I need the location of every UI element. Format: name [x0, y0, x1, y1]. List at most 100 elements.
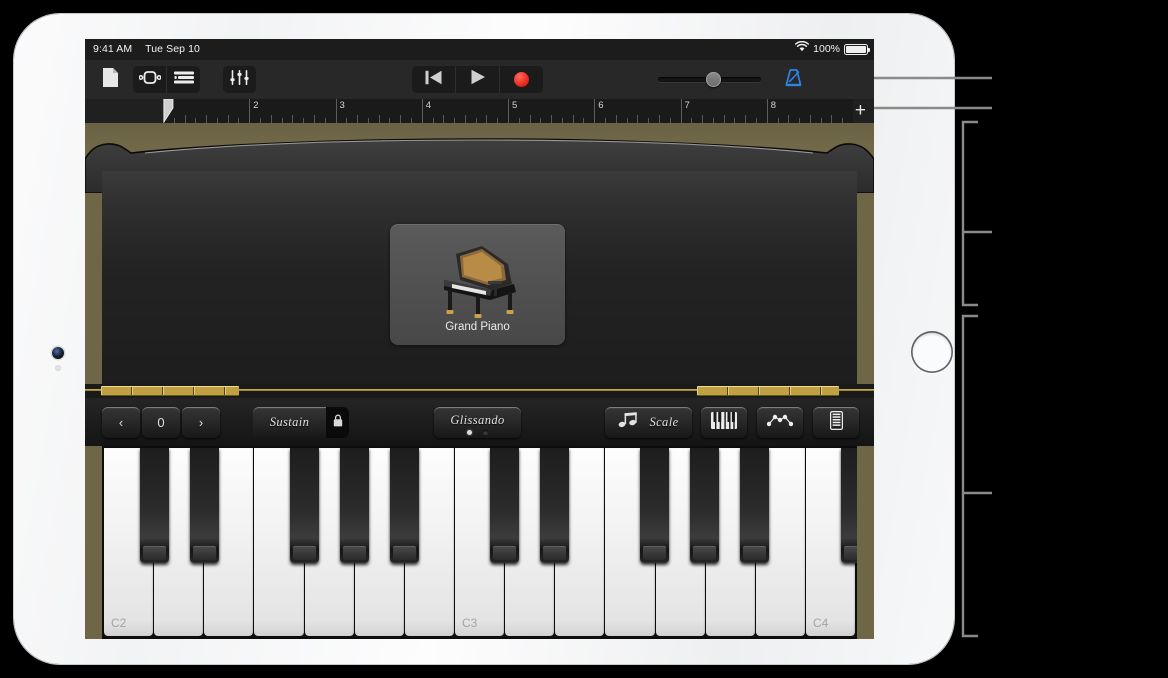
battery-percentage: 100%: [813, 43, 840, 55]
glissando-mode-dot-2[interactable]: [483, 429, 488, 435]
ruler-beat-tick: [357, 115, 359, 123]
ruler-beat-tick: [658, 115, 660, 123]
ruler-beat-tick: [831, 115, 833, 123]
ruler-bar-number: 5: [512, 100, 518, 111]
track-view-icon: [173, 71, 194, 89]
octave-control: ‹ 0 ›: [102, 407, 220, 438]
ruler-beat-tick: [486, 115, 488, 123]
black-key[interactable]: [540, 448, 570, 563]
grand-piano-icon: [430, 240, 526, 323]
black-key[interactable]: [840, 448, 857, 563]
black-key[interactable]: [139, 448, 169, 563]
ruler-beat-tick: [551, 115, 553, 123]
ruler-bar-number: 8: [770, 100, 777, 111]
black-key[interactable]: [640, 448, 670, 563]
instrument-selector-tile[interactable]: Grand Piano: [390, 224, 565, 345]
ipad-screen: 9:41 AM Tue Sep 10 100% 2 3 4 5 6 7 8 + …: [85, 39, 874, 639]
ruler-bar-mark: 3: [335, 99, 345, 123]
piano-keyboard[interactable]: C2 C3 C4: [102, 446, 857, 639]
ruler-beat-tick: [723, 115, 725, 123]
ruler-beat-tick: [702, 115, 704, 123]
transport-controls: [412, 66, 543, 93]
gold-hinge-right: [697, 386, 839, 396]
front-camera: [52, 347, 64, 359]
double-eighth-notes-icon: [618, 412, 640, 433]
status-bar-left: 9:41 AM Tue Sep 10: [93, 39, 200, 60]
volume-knob[interactable]: [706, 72, 721, 87]
status-date: Tue Sep 10: [145, 43, 200, 55]
arpeggiator-icon: [766, 413, 794, 432]
callout-bracket-keyboard: [961, 314, 978, 638]
sustain-button[interactable]: Sustain: [253, 407, 326, 438]
octave-down-button[interactable]: ‹: [102, 407, 140, 438]
loop-browser-button[interactable]: [133, 66, 166, 93]
ruler-beat-tick: [184, 115, 186, 123]
home-button[interactable]: [911, 331, 953, 373]
document-icon: [102, 67, 119, 93]
black-key[interactable]: [389, 448, 419, 563]
master-volume-slider[interactable]: [658, 72, 761, 87]
ruler-beat-tick: [443, 115, 445, 123]
ruler-beat-tick: [270, 115, 272, 123]
arpeggiator-button[interactable]: [757, 407, 803, 438]
rewind-button[interactable]: [412, 66, 455, 93]
black-key[interactable]: [339, 448, 369, 563]
black-key[interactable]: [490, 448, 520, 563]
loop-browser-icon: [137, 70, 162, 89]
piano-hinge-row: [85, 384, 874, 398]
black-key[interactable]: [289, 448, 319, 563]
mixer-button[interactable]: [223, 66, 256, 93]
ruler-beat-tick: [206, 115, 208, 123]
sustain-label: Sustain: [269, 415, 310, 429]
metronome-icon: [783, 67, 804, 93]
piano-body: Grand Piano: [85, 123, 874, 392]
ruler-bar-mark: 2: [249, 99, 259, 123]
ruler-bar-number: 4: [425, 100, 432, 111]
sustain-strip-button[interactable]: [813, 407, 859, 438]
scale-label: Scale: [649, 415, 679, 429]
gold-hinge-left: [101, 386, 239, 396]
callout-bracket-instrument: [961, 120, 978, 307]
glissando-mode-dots[interactable]: [467, 429, 488, 435]
track-view-button[interactable]: [166, 66, 200, 93]
ruler-bar-number: 7: [684, 100, 690, 111]
status-time: 9:41 AM: [93, 43, 133, 55]
instrument-name-label: Grand Piano: [445, 321, 510, 333]
glissando-button[interactable]: Glissando: [434, 407, 521, 438]
metronome-button[interactable]: [780, 67, 806, 92]
play-icon: [470, 69, 486, 90]
scale-button[interactable]: Scale: [605, 407, 692, 438]
black-key[interactable]: [690, 448, 720, 563]
black-key[interactable]: [740, 448, 770, 563]
black-key[interactable]: [189, 448, 219, 563]
sustain-lock-button[interactable]: [326, 407, 349, 438]
ruler-beat-tick: [378, 115, 380, 123]
ruler-bar-mark: 8: [766, 99, 776, 123]
ruler-beat-tick: [809, 115, 811, 123]
key-size-button[interactable]: [701, 407, 747, 438]
ruler-beat-tick: [529, 115, 531, 123]
timeline-ruler[interactable]: 12345678 +: [85, 99, 874, 124]
play-button[interactable]: [455, 66, 499, 93]
playhead[interactable]: [163, 99, 174, 123]
white-key-label: C3: [461, 616, 478, 630]
ruler-beat-tick: [637, 115, 639, 123]
ruler-track[interactable]: 12345678: [163, 99, 853, 123]
add-section-button[interactable]: +: [855, 101, 866, 120]
glissando-mode-dot-1[interactable]: [467, 429, 472, 435]
my-songs-button[interactable]: [97, 67, 123, 92]
record-button[interactable]: [499, 66, 543, 93]
ruler-beat-tick: [788, 115, 790, 123]
white-key-label: C4: [812, 616, 829, 630]
ruler-bar-mark: 7: [680, 99, 690, 123]
ruler-beat-tick: [572, 115, 574, 123]
octave-up-button[interactable]: ›: [182, 407, 220, 438]
ruler-bar-mark: 6: [594, 99, 604, 123]
ruler-beat-tick: [400, 115, 402, 123]
ruler-beat-tick: [292, 115, 294, 123]
ruler-beat-tick: [615, 115, 617, 123]
ruler-bar-number: 2: [253, 100, 259, 111]
lock-icon: [333, 414, 343, 432]
browser-button-group: [133, 66, 200, 93]
rewind-to-start-icon: [425, 70, 442, 90]
